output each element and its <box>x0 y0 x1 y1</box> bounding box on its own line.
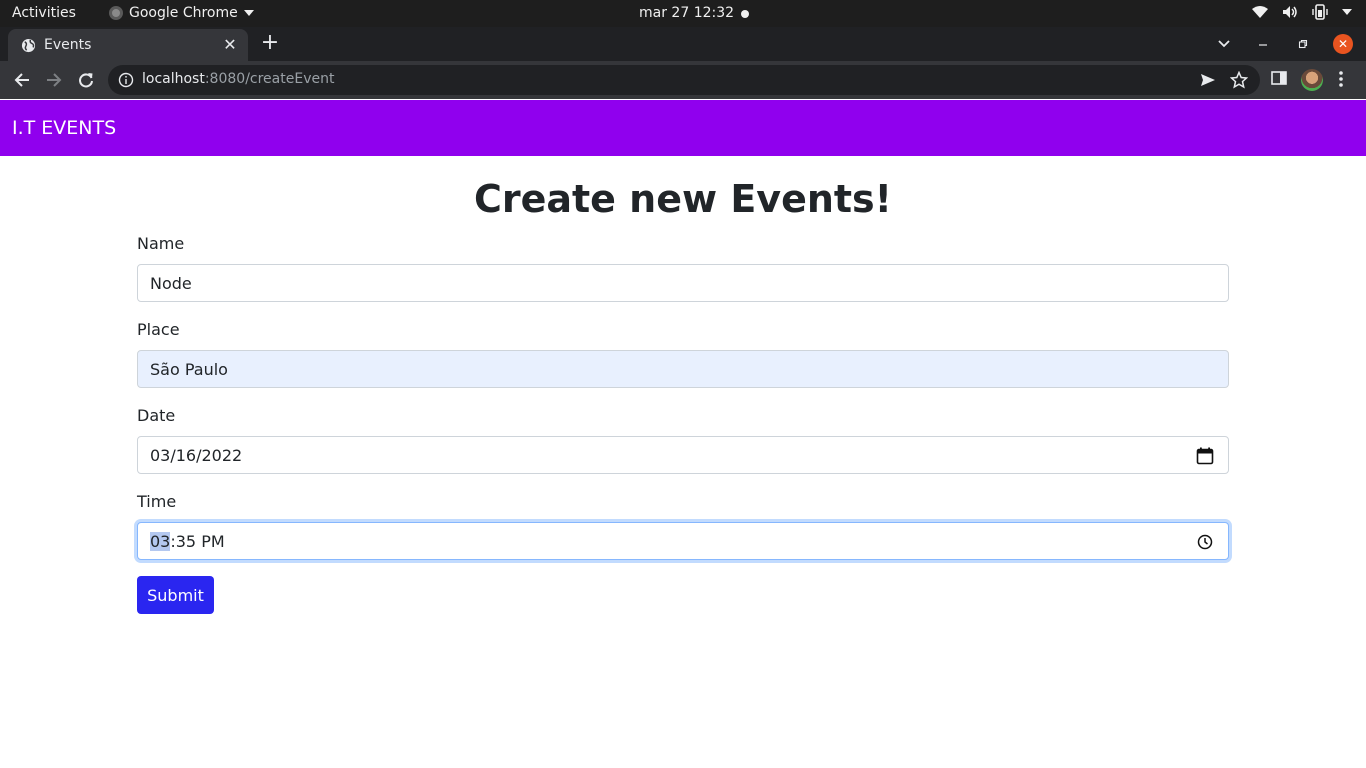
bookmark-star-icon[interactable] <box>1230 71 1248 89</box>
phone-battery-icon <box>1312 4 1328 20</box>
chevron-down-icon <box>1218 40 1230 48</box>
time-hour-segment[interactable]: 03 <box>150 531 171 551</box>
page-title: Create new Events! <box>473 177 893 221</box>
clock-icon[interactable] <box>1196 533 1214 551</box>
minimize-icon <box>1259 44 1267 46</box>
site-brand[interactable]: I.T EVENTS <box>12 117 116 139</box>
window-close-button[interactable]: ✕ <box>1332 27 1354 61</box>
arrow-left-icon <box>14 73 29 87</box>
info-icon[interactable] <box>118 72 134 88</box>
name-input-value: Node <box>150 273 192 293</box>
side-panel-icon[interactable] <box>1271 70 1287 86</box>
profile-avatar[interactable] <box>1301 69 1323 91</box>
name-input[interactable]: Node <box>137 264 1229 302</box>
site-navbar: I.T EVENTS <box>0 100 1366 156</box>
place-input[interactable]: São Paulo <box>137 350 1229 388</box>
place-input-value: São Paulo <box>150 359 228 379</box>
tab-events[interactable]: Events ✕ <box>8 29 248 61</box>
wifi-icon <box>1252 6 1268 18</box>
arrow-right-icon <box>47 73 62 87</box>
globe-icon <box>21 38 36 53</box>
caret-down-icon <box>243 10 254 16</box>
system-top-bar: Activities Google Chrome mar 27 12:32 <box>0 0 1366 27</box>
activities-button[interactable]: Activities <box>12 5 76 21</box>
minimize-button[interactable] <box>1252 27 1274 61</box>
date-input[interactable]: 03/16/2022 <box>137 436 1229 474</box>
volume-icon <box>1283 6 1297 18</box>
app-menu[interactable]: Google Chrome <box>109 5 254 21</box>
system-tray[interactable] <box>1252 4 1352 20</box>
tab-title: Events <box>44 37 92 53</box>
more-menu-icon[interactable] <box>1338 70 1344 88</box>
forward-button[interactable] <box>42 68 66 92</box>
reload-button[interactable] <box>74 68 98 92</box>
url-host: localhost <box>142 71 205 87</box>
new-tab-button[interactable]: + <box>258 31 282 55</box>
notification-dot-icon <box>741 10 749 18</box>
name-label: Name <box>137 234 185 253</box>
web-page: I.T EVENTS Create new Events! Name Node … <box>0 99 1366 768</box>
url-text[interactable]: localhost:8080/createEvent <box>142 71 334 87</box>
place-label: Place <box>137 320 180 339</box>
submit-button[interactable]: Submit <box>137 576 214 614</box>
send-icon[interactable] <box>1200 72 1216 88</box>
tab-strip: Events ✕ + ✕ <box>0 27 1366 61</box>
date-label: Date <box>137 406 176 425</box>
close-icon: ✕ <box>1333 34 1353 54</box>
app-menu-label: Google Chrome <box>129 5 238 21</box>
calendar-icon[interactable] <box>1196 447 1214 465</box>
reload-icon <box>79 73 93 88</box>
tab-search-button[interactable] <box>1212 27 1236 61</box>
restore-icon <box>1298 39 1308 49</box>
browser-toolbar: localhost:8080/createEvent <box>0 61 1366 99</box>
time-label: Time <box>137 492 177 511</box>
time-input[interactable]: 03:35 PM <box>137 522 1229 560</box>
url-path: :8080/createEvent <box>204 71 335 87</box>
tab-close-icon[interactable]: ✕ <box>220 35 240 55</box>
clock[interactable]: mar 27 12:32 <box>639 5 734 21</box>
address-bar[interactable]: localhost:8080/createEvent <box>108 65 1260 95</box>
restore-button[interactable] <box>1292 27 1314 61</box>
time-rest-value: :35 PM <box>170 531 225 551</box>
chrome-icon <box>109 6 123 20</box>
date-input-value: 03/16/2022 <box>150 445 243 465</box>
caret-down-icon <box>1342 9 1352 15</box>
back-button[interactable] <box>10 68 34 92</box>
